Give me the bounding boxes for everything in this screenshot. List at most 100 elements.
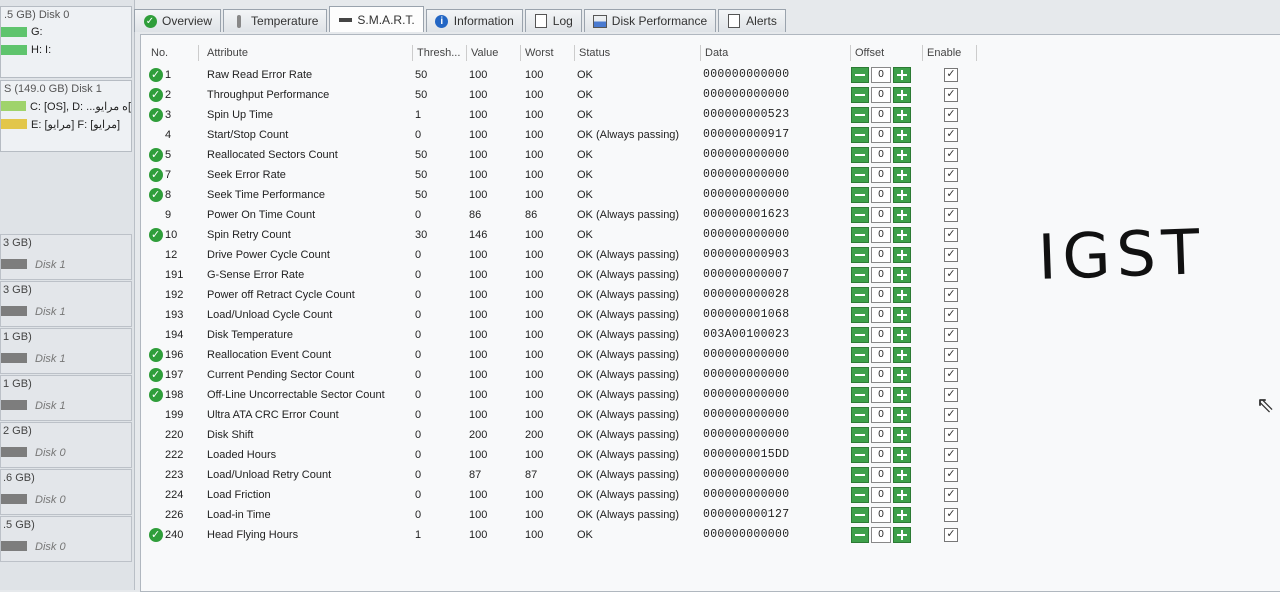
header-worst[interactable]: Worst [521,45,575,61]
decrement-icon[interactable] [851,247,869,263]
table-row[interactable]: 7 Seek Error Rate 50 100 100 OK 000000000000 0… [141,165,1280,185]
decrement-icon[interactable] [851,427,869,443]
table-row[interactable]: 194 Disk Temperature 0 100 100 OK (Always pas… [141,325,1280,345]
table-row[interactable]: 2Throughput Performance50100100OK0000000… [141,85,1280,105]
offset-value[interactable]: 0 [871,307,891,323]
table-row[interactable]: 8Seek Time Performance50100100OK00000000… [141,185,1280,205]
disk-list-item[interactable]: .6 GB) Disk 0 [0,469,132,515]
decrement-icon[interactable] [851,167,869,183]
decrement-icon[interactable] [851,407,869,423]
increment-icon[interactable] [893,67,911,83]
table-row[interactable]: 220 Disk Shift 0 200 200 OK (Always passing) 0… [141,425,1280,445]
increment-icon[interactable] [893,327,911,343]
increment-icon[interactable] [893,267,911,283]
disk-list-item[interactable]: 3 GB) Disk 1 [0,234,132,280]
table-row[interactable]: 4 Start/Stop Count 0 100 100 OK (Always passi… [141,125,1280,145]
disk-list-item[interactable]: 1 GB) Disk 1 [0,375,132,421]
increment-icon[interactable] [893,227,911,243]
tab-alerts[interactable]: Alerts [718,9,786,32]
decrement-icon[interactable] [851,487,869,503]
header-offset[interactable]: Offset [851,45,923,61]
header-thresh[interactable]: Thresh... [413,45,467,61]
enable-checkbox[interactable]: ✓ [944,428,958,442]
offset-value[interactable]: 0 [871,507,891,523]
offset-value[interactable]: 0 [871,227,891,243]
volume-row[interactable]: C: [OS], D: ...ه مرايو[ [1,97,131,115]
decrement-icon[interactable] [851,387,869,403]
offset-value[interactable]: 0 [871,447,891,463]
table-row[interactable]: 224 Load Friction 0 100 100 OK (Always passin… [141,485,1280,505]
decrement-icon[interactable] [851,327,869,343]
table-row[interactable]: 5Reallocated Sectors Count50100100OK0000… [141,145,1280,165]
offset-value[interactable]: 0 [871,367,891,383]
enable-checkbox[interactable]: ✓ [944,488,958,502]
decrement-icon[interactable] [851,107,869,123]
increment-icon[interactable] [893,287,911,303]
tab-overview[interactable]: ✓ Overview [134,9,222,32]
decrement-icon[interactable] [851,367,869,383]
decrement-icon[interactable] [851,207,869,223]
enable-checkbox[interactable]: ✓ [944,348,958,362]
offset-value[interactable]: 0 [871,327,891,343]
header-no[interactable]: No. [147,45,199,61]
disk-0-block[interactable]: .5 GB) Disk 0 G: H: I: [0,6,132,78]
disk-list-item[interactable]: 2 GB) Disk 0 [0,422,132,468]
enable-checkbox[interactable]: ✓ [944,88,958,102]
increment-icon[interactable] [893,207,911,223]
table-row[interactable]: 193 Load/Unload Cycle Count 0 100 100 OK (Alw… [141,305,1280,325]
table-row[interactable]: 223 Load/Unload Retry Count 0 87 87 OK (Alway… [141,465,1280,485]
increment-icon[interactable] [893,487,911,503]
increment-icon[interactable] [893,147,911,163]
offset-value[interactable]: 0 [871,427,891,443]
offset-value[interactable]: 0 [871,67,891,83]
tab-temperature[interactable]: Temperature [223,9,328,32]
enable-checkbox[interactable]: ✓ [944,308,958,322]
decrement-icon[interactable] [851,507,869,523]
increment-icon[interactable] [893,407,911,423]
offset-value[interactable]: 0 [871,387,891,403]
enable-checkbox[interactable]: ✓ [944,468,958,482]
offset-value[interactable]: 0 [871,107,891,123]
enable-checkbox[interactable]: ✓ [944,208,958,222]
enable-checkbox[interactable]: ✓ [944,448,958,462]
decrement-icon[interactable] [851,267,869,283]
table-row[interactable]: 199 Ultra ATA CRC Error Count 0 100 100 OK (A… [141,405,1280,425]
increment-icon[interactable] [893,347,911,363]
table-row[interactable]: 1Raw Read Error Rate50100100OK0000000000… [141,65,1280,85]
header-status[interactable]: Status [575,45,701,61]
offset-value[interactable]: 0 [871,487,891,503]
enable-checkbox[interactable]: ✓ [944,168,958,182]
offset-value[interactable]: 0 [871,147,891,163]
header-data[interactable]: Data [701,45,851,61]
decrement-icon[interactable] [851,287,869,303]
offset-value[interactable]: 0 [871,347,891,363]
enable-checkbox[interactable]: ✓ [944,228,958,242]
enable-checkbox[interactable]: ✓ [944,148,958,162]
increment-icon[interactable] [893,107,911,123]
table-row[interactable]: 240Head Flying Hours1100100OK00000000000… [141,525,1280,545]
increment-icon[interactable] [893,247,911,263]
header-enable[interactable]: Enable [923,45,977,61]
tab-information[interactable]: i Information [425,9,523,32]
offset-value[interactable]: 0 [871,207,891,223]
enable-checkbox[interactable]: ✓ [944,188,958,202]
disk-list-item[interactable]: 1 GB) Disk 1 [0,328,132,374]
increment-icon[interactable] [893,87,911,103]
offset-value[interactable]: 0 [871,267,891,283]
increment-icon[interactable] [893,467,911,483]
enable-checkbox[interactable]: ✓ [944,288,958,302]
increment-icon[interactable] [893,447,911,463]
decrement-icon[interactable] [851,127,869,143]
decrement-icon[interactable] [851,67,869,83]
table-row[interactable]: 222 Loaded Hours 0 100 100 OK (Always passing… [141,445,1280,465]
increment-icon[interactable] [893,387,911,403]
enable-checkbox[interactable]: ✓ [944,268,958,282]
offset-value[interactable]: 0 [871,87,891,103]
decrement-icon[interactable] [851,467,869,483]
disk-list-item[interactable]: 3 GB) Disk 1 [0,281,132,327]
increment-icon[interactable] [893,187,911,203]
decrement-icon[interactable] [851,227,869,243]
enable-checkbox[interactable]: ✓ [944,128,958,142]
volume-row[interactable]: E: [مرايو] F: [مرايو] [1,115,131,133]
increment-icon[interactable] [893,427,911,443]
